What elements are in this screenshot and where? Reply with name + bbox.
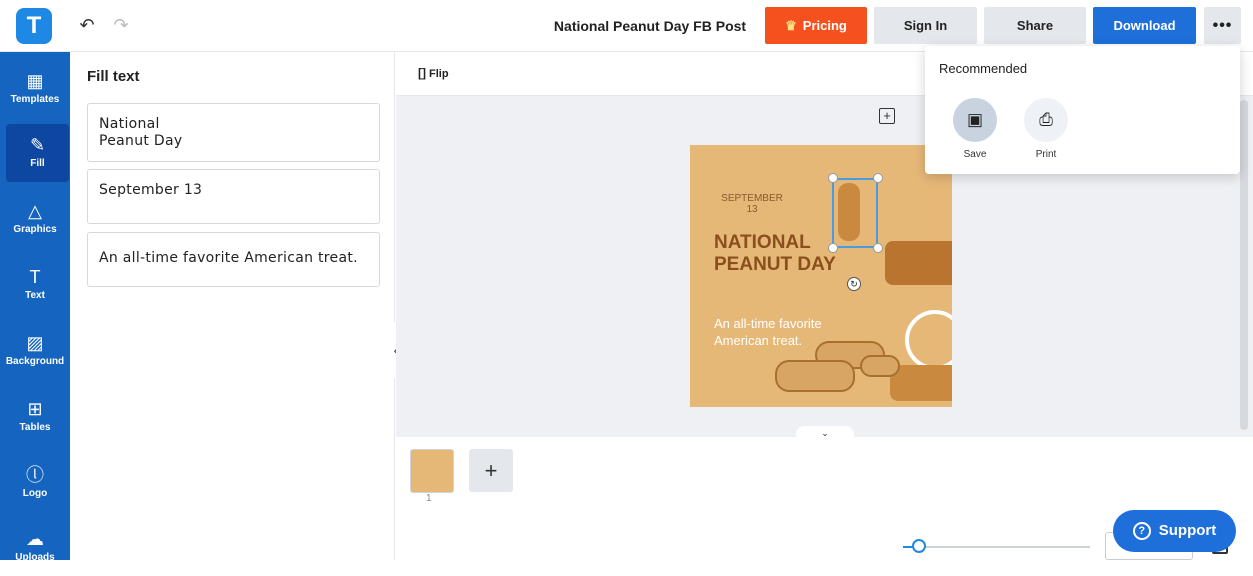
zoom-slider[interactable] xyxy=(910,546,1090,548)
more-options-dropdown: Recommended ▣ Save ⎙ Print xyxy=(925,46,1240,174)
sidebar-item-text[interactable]: T Text xyxy=(0,256,70,314)
sidebar-item-label: Background xyxy=(5,356,65,367)
app-logo[interactable]: T xyxy=(16,8,52,44)
peanut-graphic xyxy=(860,355,900,377)
flip-button[interactable]: [] Flip xyxy=(418,66,449,80)
sidebar-item-background[interactable]: ▨ Background xyxy=(0,322,70,380)
text-icon: T xyxy=(29,267,41,287)
printer-icon: ⎙ xyxy=(1024,98,1068,142)
logo-icon: ⓛ xyxy=(26,465,44,485)
dropdown-title: Recommended xyxy=(939,61,1028,76)
poster-title[interactable]: NATIONAL PEANUT DAY xyxy=(714,232,836,276)
peanut-graphic xyxy=(775,360,855,392)
sidebar-item-templates[interactable]: ▦ Templates xyxy=(0,60,70,118)
upload-cloud-icon: ☁ xyxy=(26,529,44,549)
save-label: Save xyxy=(963,149,987,160)
page-number: 1 xyxy=(426,493,432,504)
redo-icon[interactable]: ↷ xyxy=(110,14,132,36)
document-title[interactable]: National Peanut Day FB Post xyxy=(540,0,760,52)
page-thumbnail[interactable] xyxy=(410,449,454,493)
sidebar-item-label: Fill xyxy=(30,158,45,169)
sidebar-item-label: Templates xyxy=(10,94,60,105)
share-button[interactable]: Share xyxy=(984,7,1086,44)
more-options-button[interactable]: ••• xyxy=(1204,7,1241,44)
fill-field-date[interactable]: September 13 xyxy=(87,169,380,224)
undo-icon[interactable]: ↶ xyxy=(76,14,98,36)
poster-subtitle[interactable]: An all-time favorite American treat. xyxy=(714,315,822,349)
fill-text-panel: Fill text National Peanut Day September … xyxy=(70,52,395,560)
sidebar-item-label: Tables xyxy=(19,422,51,433)
sidebar-item-logo[interactable]: ⓛ Logo xyxy=(0,454,70,512)
background-icon: ▨ xyxy=(26,333,44,353)
support-button[interactable]: ? Support xyxy=(1113,510,1236,552)
sidebar-item-label: Text xyxy=(25,290,45,301)
left-sidebar: ▦ Templates ✎ Fill △ Graphics T Text ▨ B… xyxy=(0,52,70,563)
pricing-button[interactable]: ♛ Pricing xyxy=(765,7,867,44)
sidebar-item-label: Uploads xyxy=(15,552,55,563)
flip-icon: [] xyxy=(418,66,426,80)
poster-date-text: SEPTEMBER 13 xyxy=(721,193,783,215)
resize-handle[interactable] xyxy=(828,173,838,183)
top-bar: T ↶ ↷ National Peanut Day FB Post ♛ Prici… xyxy=(0,0,1253,52)
pencil-icon: ✎ xyxy=(29,135,46,155)
sidebar-item-graphics[interactable]: △ Graphics xyxy=(0,190,70,248)
shapes-icon: △ xyxy=(28,201,42,221)
templates-icon: ▦ xyxy=(26,71,44,91)
sidebar-item-label: Logo xyxy=(22,488,48,499)
canvas-scrollbar[interactable] xyxy=(1240,100,1248,430)
chevron-down-icon[interactable]: ⌄ xyxy=(796,426,854,440)
panel-title: Fill text xyxy=(87,68,140,85)
selection-box[interactable] xyxy=(832,178,878,248)
sign-in-button[interactable]: Sign In xyxy=(874,7,977,44)
resize-handle[interactable] xyxy=(873,173,883,183)
download-button[interactable]: Download xyxy=(1093,7,1196,44)
poster-canvas[interactable]: SEPTEMBER 13 NATIONAL PEANUT DAY An all-… xyxy=(690,145,952,407)
poster-date[interactable]: SEPTEMBER 13 xyxy=(720,193,784,215)
resize-handle[interactable] xyxy=(828,243,838,253)
peanut-butter-jar-lid xyxy=(885,241,952,285)
decorative-circle xyxy=(905,310,952,370)
save-icon: ▣ xyxy=(953,98,997,142)
table-icon: ⊞ xyxy=(27,399,43,419)
fill-field-subtitle[interactable]: An all-time favorite American treat. xyxy=(87,232,380,287)
add-page-icon[interactable]: + xyxy=(879,108,895,124)
zoom-slider-knob[interactable] xyxy=(912,539,926,553)
support-label: Support xyxy=(1158,522,1217,539)
flip-label: Flip xyxy=(429,68,449,80)
print-label: Print xyxy=(1035,149,1057,160)
add-page-button[interactable]: + xyxy=(469,449,513,492)
crown-icon: ♛ xyxy=(785,18,797,33)
resize-handle[interactable] xyxy=(873,243,883,253)
print-option[interactable]: ⎙ Print xyxy=(1016,98,1076,160)
help-icon: ? xyxy=(1132,522,1151,540)
pricing-label: Pricing xyxy=(802,18,847,33)
save-option[interactable]: ▣ Save xyxy=(945,98,1005,160)
sidebar-item-uploads[interactable]: ☁ Uploads xyxy=(0,518,70,576)
sidebar-item-label: Graphics xyxy=(13,224,57,235)
sidebar-item-tables[interactable]: ⊞ Tables xyxy=(0,388,70,446)
rotate-handle-icon[interactable]: ↻ xyxy=(847,277,861,291)
sidebar-item-fill[interactable]: ✎ Fill xyxy=(6,124,69,182)
peanut-butter-jar xyxy=(890,365,952,401)
fill-field-title[interactable]: National Peanut Day xyxy=(87,103,380,162)
